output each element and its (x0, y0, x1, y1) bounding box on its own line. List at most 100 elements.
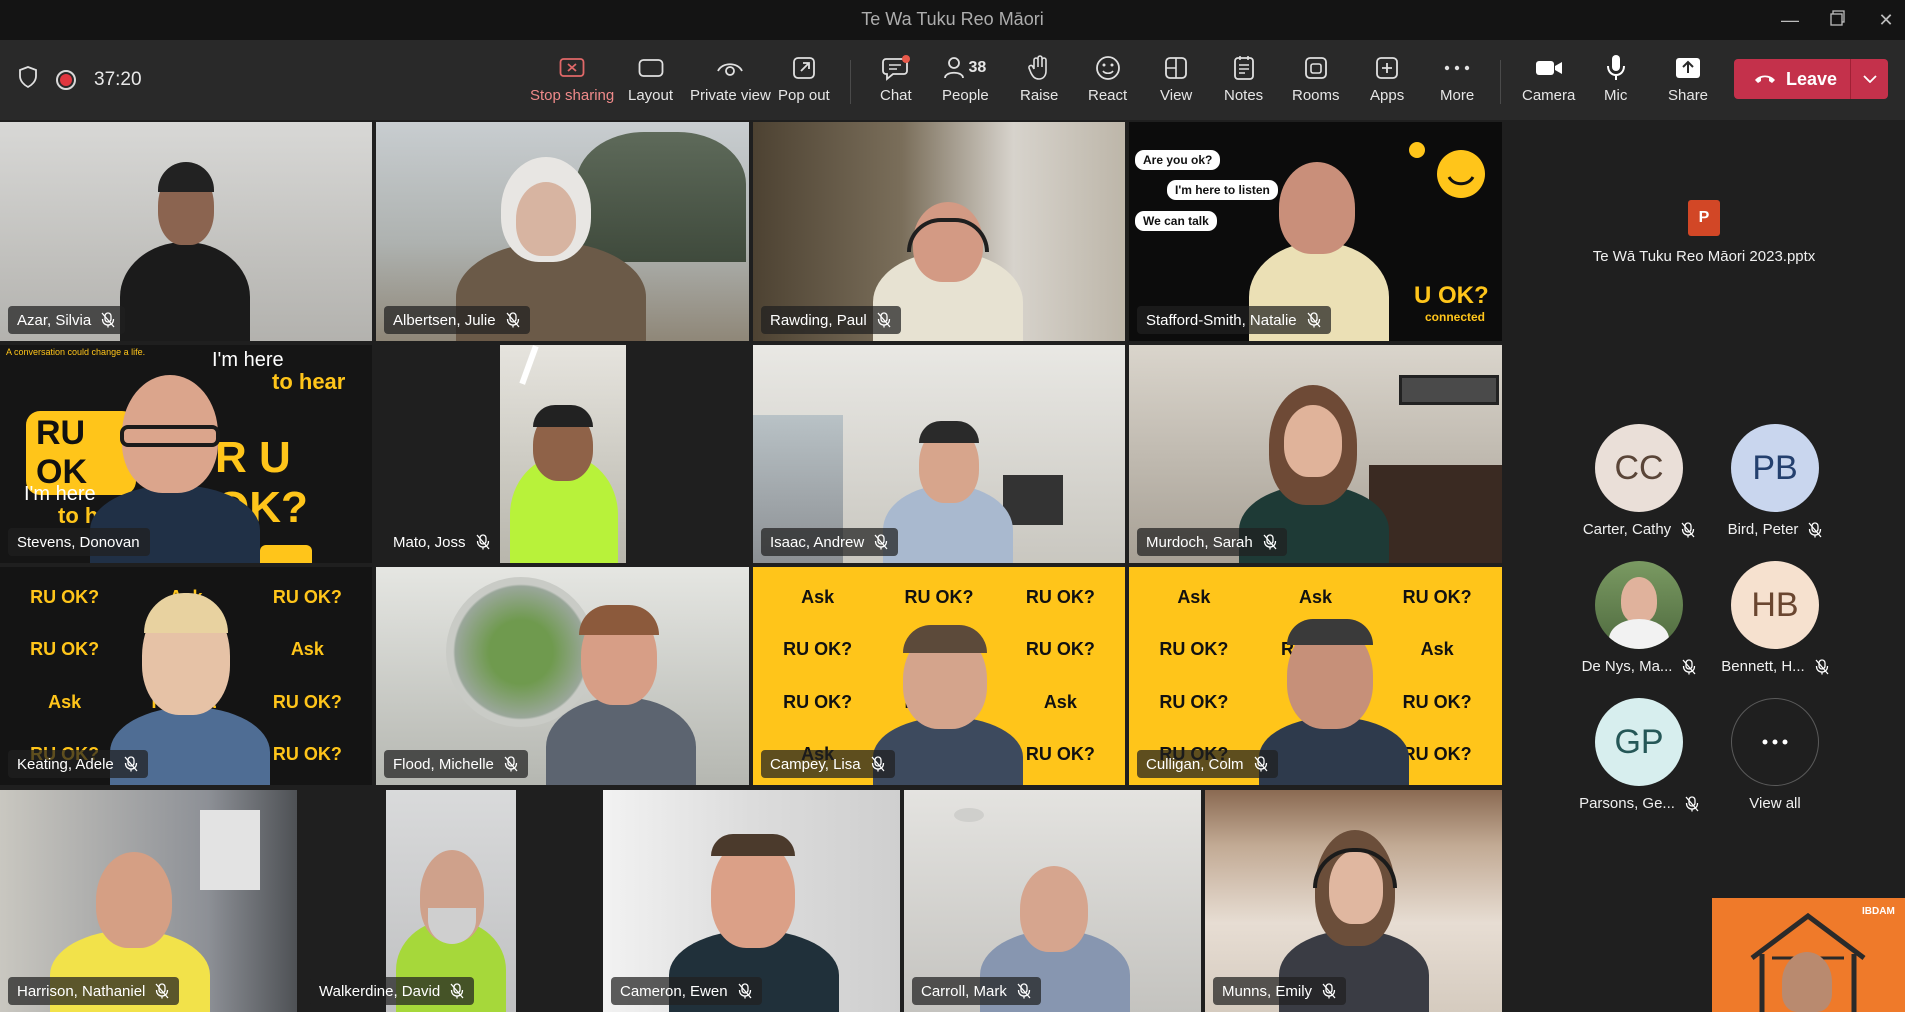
leave-button[interactable]: Leave (1734, 59, 1888, 99)
mic-off-icon (877, 312, 891, 328)
view-icon (1164, 52, 1188, 84)
phone-hangup-icon (1755, 75, 1775, 83)
video-tile[interactable]: RU OK?AskRU OK? RU OK?RU OK?Ask AskRU OK… (0, 567, 372, 785)
meeting-toolbar: 37:20 Stop sharing Layout Private view P… (0, 40, 1905, 120)
video-tile[interactable]: AskAskRU OK? RU OK?RU OK?Ask RU OK?AskRU… (1129, 567, 1502, 785)
window-title: Te Wa Tuku Reo Māori (861, 9, 1044, 29)
stop-sharing-button[interactable]: Stop sharing (530, 52, 614, 112)
video-tile[interactable]: Mato, Joss (376, 345, 749, 563)
video-tile[interactable]: Murdoch, Sarah (1129, 345, 1502, 563)
mic-off-icon (1254, 756, 1268, 772)
rooms-icon (1304, 52, 1328, 84)
speech-bubble: I'm here to listen (1167, 180, 1278, 200)
video-tile[interactable]: Isaac, Andrew (753, 345, 1125, 563)
circular-window (446, 577, 596, 727)
mic-off-icon (1322, 983, 1336, 999)
mic-icon (1606, 52, 1626, 84)
participant-name-tag: Culligan, Colm (1137, 750, 1278, 778)
private-view-button[interactable]: Private view (690, 52, 771, 112)
mic-off-icon (1682, 658, 1696, 675)
video-tile[interactable]: AskRU OK?RU OK? RU OK?AskRU OK? RU OK?RU… (753, 567, 1125, 785)
maximize-icon[interactable] (1824, 6, 1852, 34)
video-tile[interactable]: Albertsen, Julie (376, 122, 749, 341)
mic-off-icon (504, 756, 518, 772)
share-icon (1675, 52, 1701, 84)
brand-text: U OK? (1414, 282, 1489, 309)
smiley-logo-icon (1437, 150, 1485, 198)
shield-icon (18, 66, 38, 93)
participant-avatar[interactable]: CC Carter, Cathy (1575, 424, 1703, 552)
shared-content-card[interactable]: P Te Wā Tuku Reo Māori 2023.pptx (1503, 122, 1905, 342)
camera-button[interactable]: Camera (1522, 52, 1575, 112)
speech-bubble: We can talk (1135, 211, 1217, 231)
video-tile[interactable]: Walkerdine, David (302, 790, 599, 1012)
layout-button[interactable]: Layout (628, 52, 673, 112)
participant-name-tag: Flood, Michelle (384, 750, 528, 778)
video-tile[interactable]: Flood, Michelle (376, 567, 749, 785)
mic-off-icon (1685, 795, 1699, 812)
participant-name-tag: Albertsen, Julie (384, 306, 530, 334)
share-button[interactable]: Share (1668, 52, 1708, 112)
pop-out-button[interactable]: Pop out (778, 52, 830, 112)
participant-name-tag: Isaac, Andrew (761, 528, 899, 556)
mic-off-icon (1681, 521, 1695, 538)
video-tile[interactable]: Munns, Emily (1205, 790, 1502, 1012)
video-tile[interactable]: Azar, Silvia (0, 122, 372, 341)
raise-hand-button[interactable]: Raise (1020, 52, 1058, 112)
self-view-video[interactable]: IBDAM (1712, 898, 1905, 1012)
video-tile[interactable]: Cameron, Ewen (603, 790, 900, 1012)
mic-off-icon (1017, 983, 1031, 999)
tagline: A conversation could change a life. (6, 347, 146, 357)
avatar: GP (1595, 698, 1683, 786)
participant-avatar[interactable]: HB Bennett, H... (1711, 561, 1839, 689)
participant-avatar[interactable]: PB Bird, Peter (1711, 424, 1839, 552)
video-tile[interactable]: Rawding, Paul (753, 122, 1125, 341)
participant-avatar[interactable]: GP Parsons, Ge... (1575, 698, 1703, 826)
toolbar-divider (850, 60, 851, 104)
people-button[interactable]: 38 People (942, 52, 989, 112)
leave-main[interactable]: Leave (1734, 59, 1850, 99)
participant-name-tag: Walkerdine, David (310, 977, 475, 1005)
more-icon (1444, 52, 1470, 84)
brand-subtext: connected (1425, 310, 1486, 324)
mic-off-icon (506, 312, 520, 328)
participant-name-tag: Keating, Adele (8, 750, 148, 778)
notes-button[interactable]: Notes (1224, 52, 1263, 112)
stop-sharing-icon (559, 52, 585, 84)
mic-off-icon (738, 983, 752, 999)
participant-avatar[interactable]: De Nys, Ma... (1575, 561, 1703, 689)
view-button[interactable]: View (1160, 52, 1192, 112)
more-button[interactable]: More (1440, 52, 1474, 112)
participant-name-tag: Carroll, Mark (912, 977, 1041, 1005)
react-button[interactable]: React (1088, 52, 1127, 112)
apps-button[interactable]: Apps (1370, 52, 1404, 112)
speech-bubble: Are you ok? (1135, 150, 1221, 170)
avatar: CC (1595, 424, 1683, 512)
more-icon (1731, 698, 1819, 786)
mic-off-icon (1263, 534, 1277, 550)
video-tile[interactable]: Are you ok? I'm here to listen We can ta… (1129, 122, 1502, 341)
camera-icon (1535, 52, 1563, 84)
mic-off-icon (155, 983, 169, 999)
meeting-timer: 37:20 (94, 68, 142, 90)
shared-file-name: Te Wā Tuku Reo Māori 2023.pptx (1592, 247, 1816, 265)
mic-off-icon (1815, 658, 1829, 675)
chat-icon (881, 52, 910, 84)
avatar: PB (1731, 424, 1819, 512)
rooms-button[interactable]: Rooms (1292, 52, 1340, 112)
mic-off-icon (476, 534, 490, 550)
chevron-down-icon[interactable] (1851, 75, 1888, 83)
people-icon (944, 57, 965, 79)
participant-name-tag: Rawding, Paul (761, 306, 901, 334)
close-icon[interactable]: ✕ (1872, 6, 1900, 34)
video-tile[interactable]: Carroll, Mark (904, 790, 1201, 1012)
mic-button[interactable]: Mic (1604, 52, 1627, 112)
video-tile[interactable]: A conversation could change a life. I'm … (0, 345, 372, 563)
view-all-button[interactable]: View all (1711, 698, 1839, 826)
minimize-icon[interactable]: — (1776, 6, 1804, 34)
chat-button[interactable]: Chat (880, 52, 912, 112)
meeting-status: 37:20 (18, 66, 142, 93)
notes-icon (1233, 52, 1255, 84)
video-tile[interactable]: Harrison, Nathaniel (0, 790, 297, 1012)
participant-name-tag: Murdoch, Sarah (1137, 528, 1287, 556)
